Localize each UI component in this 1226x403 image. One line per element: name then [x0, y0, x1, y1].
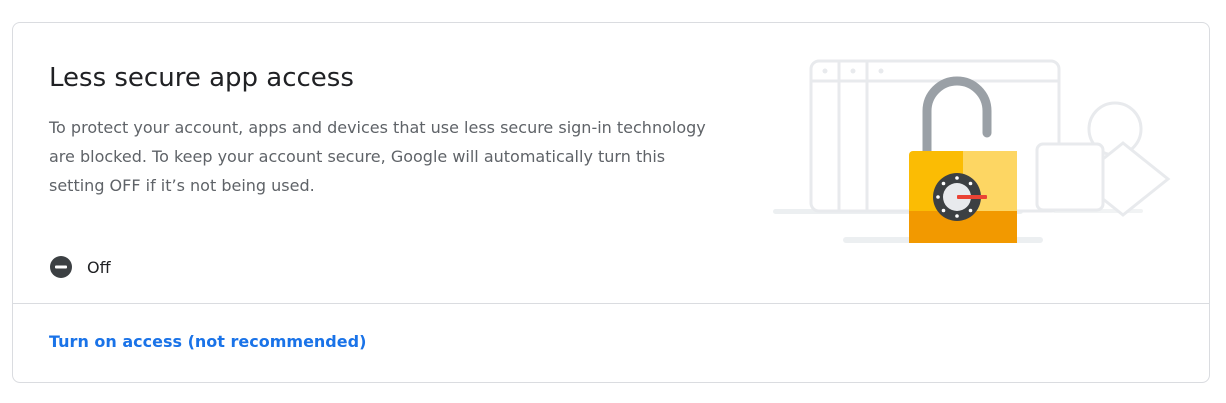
padlock-illustration	[773, 59, 1171, 243]
minus-circle-icon	[50, 256, 72, 278]
status-row: Off	[49, 255, 111, 279]
turn-on-access-link[interactable]: Turn on access (not recommended)	[49, 332, 366, 351]
status-label: Off	[87, 257, 111, 277]
divider	[13, 303, 1209, 304]
section-description: To protect your account, apps and device…	[49, 118, 706, 195]
section-title: Less secure app access	[49, 63, 354, 93]
less-secure-app-access-card: Less secure app access To protect your a…	[12, 22, 1210, 383]
